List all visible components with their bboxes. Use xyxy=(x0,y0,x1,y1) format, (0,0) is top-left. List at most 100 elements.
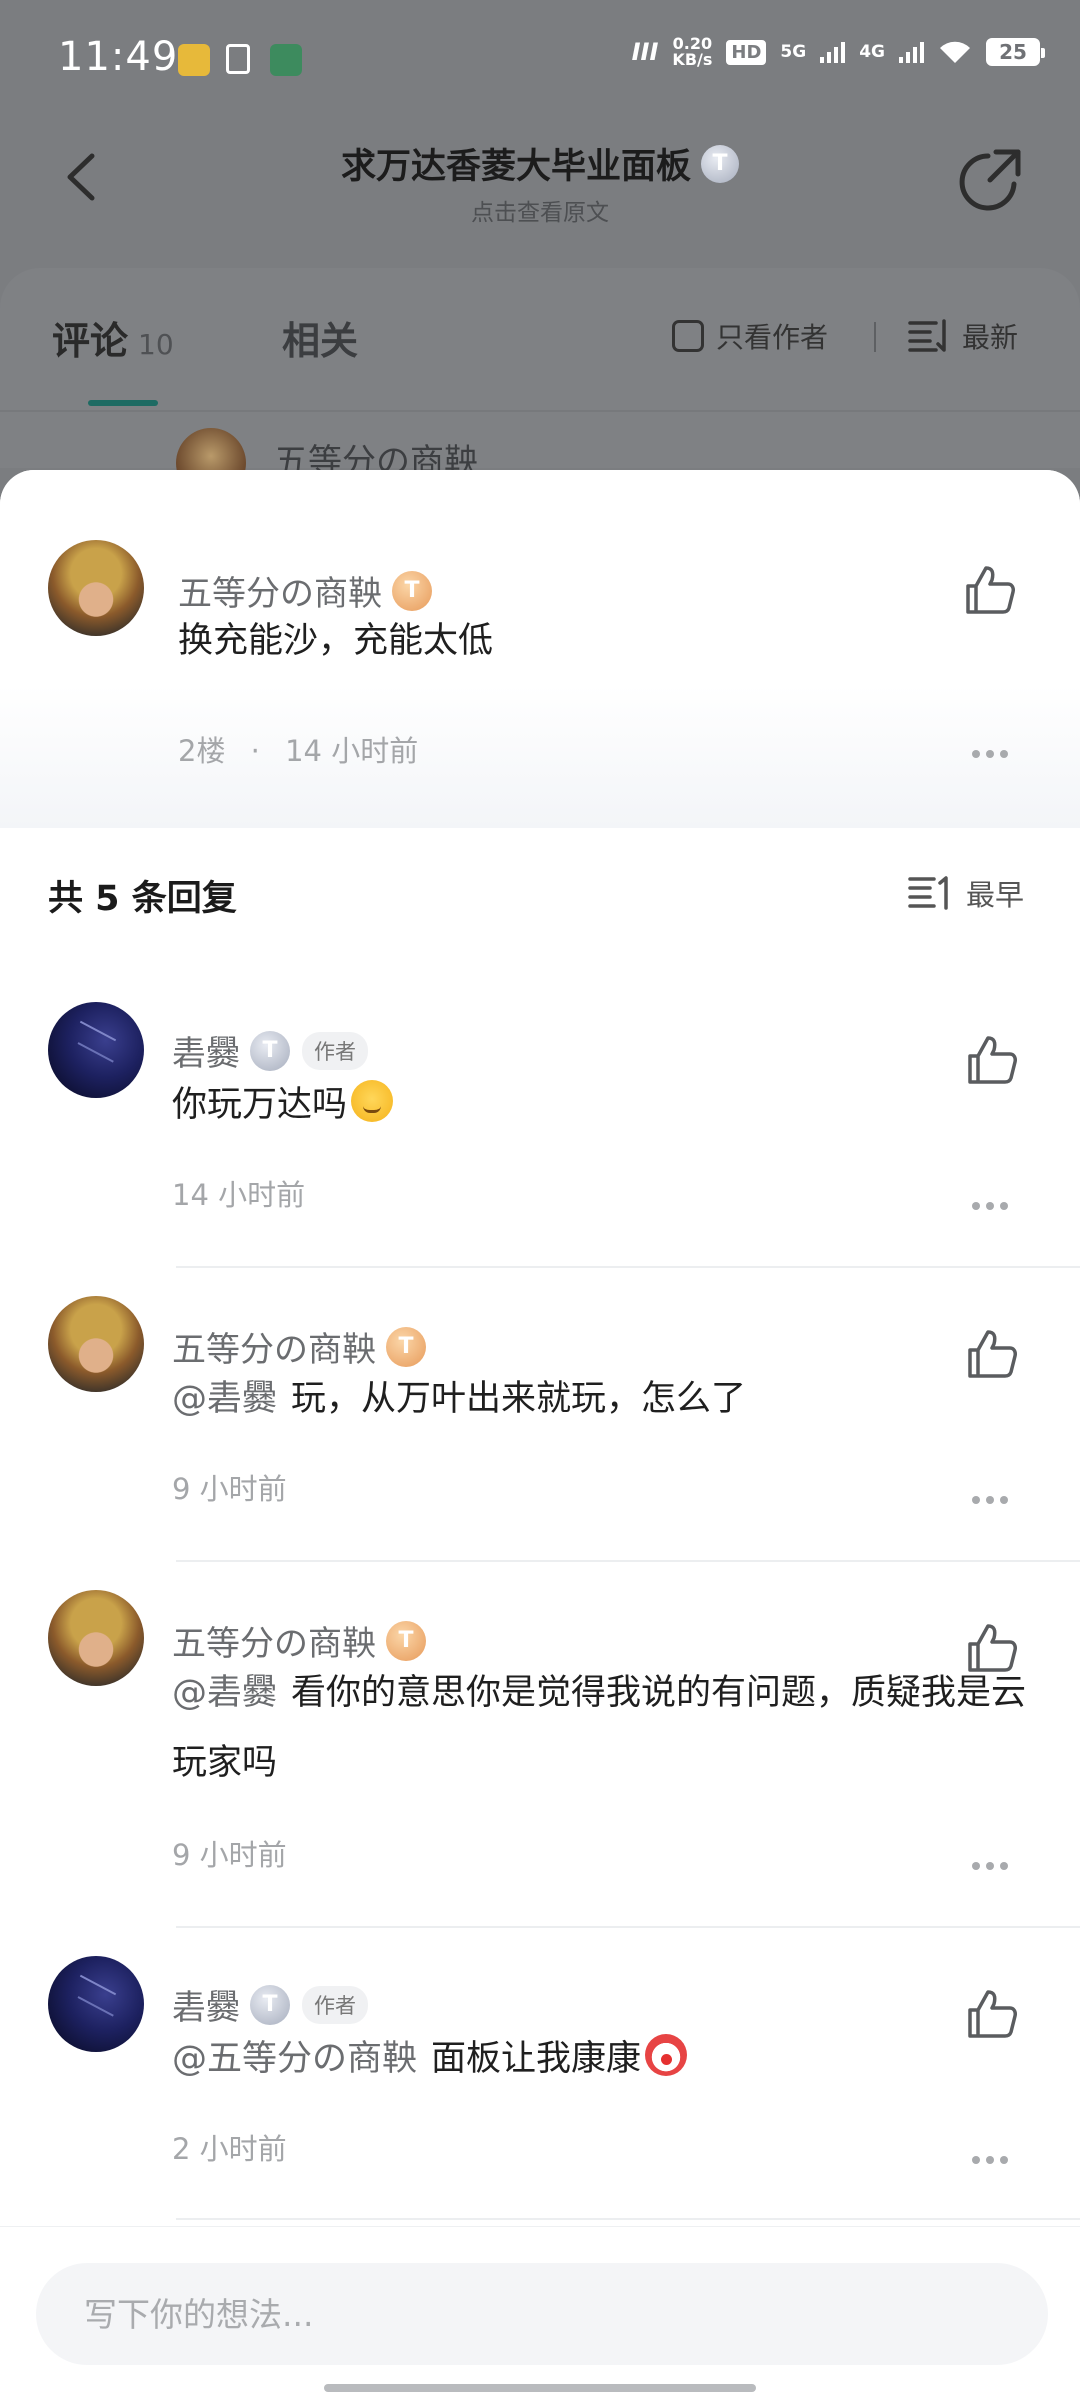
battery-icon: 25 xyxy=(986,38,1045,66)
more-options-icon[interactable] xyxy=(972,1202,1008,1210)
reply-divider xyxy=(176,2218,1080,2220)
user-name: 砉爨 xyxy=(172,1034,240,1074)
tab-divider xyxy=(874,322,876,352)
smirk-emoji-icon xyxy=(351,1080,394,1122)
sort-icon xyxy=(908,876,948,910)
level-badge-icon: T xyxy=(392,570,432,611)
reply-time: 9 小时前 xyxy=(172,1838,287,1872)
level-badge-text: T xyxy=(262,1992,278,2017)
avatar[interactable] xyxy=(48,540,144,636)
tab-related[interactable]: 相关 xyxy=(282,310,358,365)
reply-divider xyxy=(176,1560,1080,1562)
background-comment-peek: 五等分の商鞅 xyxy=(0,410,1080,498)
notification-app-icon xyxy=(178,44,210,76)
avatar[interactable] xyxy=(48,1296,144,1392)
net-speed: 0.20 KB/s xyxy=(672,36,712,68)
signal-4g-icon xyxy=(899,41,924,63)
post-header: 求万达香菱大毕业面板 T 点击查看原文 xyxy=(0,120,1080,270)
reply-text: 玩，从万叶出来就玩，怎么了 xyxy=(291,1379,747,1419)
tab-comments-count: 10 xyxy=(138,328,174,361)
level-badge-icon: T xyxy=(386,1326,426,1367)
share-icon[interactable] xyxy=(956,144,1026,214)
comment-meta: 2楼 · 14 小时前 xyxy=(178,728,418,770)
sort-earliest-label: 最早 xyxy=(966,878,1025,912)
sort-icon xyxy=(908,319,946,352)
like-icon[interactable] xyxy=(964,1326,1020,1382)
status-bar: 11:49 ⅠⅠⅠ 0.20 KB/s HD 5G 4G 25 xyxy=(0,0,1080,120)
level-badge-text: T xyxy=(398,1334,414,1359)
comment-input[interactable] xyxy=(36,2263,1048,2365)
title-block[interactable]: 求万达香菱大毕业面板 T 点击查看原文 xyxy=(0,138,1080,227)
replies-sheet: 五等分の商鞅 T 换充能沙，充能太低 2楼 · 14 小时前 共 5 条回复 最… xyxy=(0,470,1080,2400)
signal-4g-label: 4G xyxy=(859,42,885,62)
carrier-logo-icon: ⅠⅠⅠ xyxy=(631,38,659,66)
sort-newest-label: 最新 xyxy=(962,321,1019,354)
signal-5g-label: 5G xyxy=(780,42,807,62)
reply-divider xyxy=(176,1266,1080,1268)
wifi-icon xyxy=(940,41,970,63)
avatar[interactable] xyxy=(48,1002,144,1098)
reply-user[interactable]: 砉爨 T 作者 xyxy=(172,1980,368,2029)
reply-text: 看你的意思你是觉得我说的有问题，质疑我是云玩家吗 xyxy=(172,1673,1027,1783)
meta-separator: · xyxy=(250,734,260,768)
hd-icon: HD xyxy=(726,39,767,65)
more-options-icon[interactable] xyxy=(972,2156,1008,2164)
level-badge-text: T xyxy=(398,1628,414,1653)
reply-time: 2 小时前 xyxy=(172,2132,287,2166)
tab-comments-label: 评论 xyxy=(52,319,129,363)
status-time: 11:49 xyxy=(58,34,179,80)
comment-tabs: 评论 10 相关 只看作者 最新 五等分の商鞅 xyxy=(0,268,1080,498)
parent-comment: 五等分の商鞅 T 换充能沙，充能太低 2楼 · 14 小时前 xyxy=(0,470,1080,828)
more-options-icon[interactable] xyxy=(972,1862,1008,1870)
more-options-icon[interactable] xyxy=(972,750,1008,758)
comment-floor: 2楼 xyxy=(178,734,226,768)
like-icon[interactable] xyxy=(962,562,1018,618)
reply-content: 你玩万达吗 xyxy=(172,1070,394,1140)
status-icons: ⅠⅠⅠ 0.20 KB/s HD 5G 4G 25 xyxy=(631,36,1045,68)
comment-content: 换充能沙，充能太低 xyxy=(178,621,494,661)
signal-5g-icon xyxy=(820,41,846,63)
page-title-text: 求万达香菱大毕业面板 xyxy=(340,147,691,187)
author-only-toggle[interactable]: 只看作者 xyxy=(672,316,828,356)
reply-mention[interactable]: @砉爨 xyxy=(172,1673,277,1713)
author-only-label: 只看作者 xyxy=(716,321,829,354)
like-icon[interactable] xyxy=(964,1986,1020,2042)
level-badge-icon: T xyxy=(701,144,739,183)
reply-user[interactable]: 砉爨 T 作者 xyxy=(172,1026,368,1075)
level-badge-text: T xyxy=(712,151,728,176)
tab-comments[interactable]: 评论 10 xyxy=(52,310,174,365)
notification-doc-icon xyxy=(226,44,250,74)
author-tag: 作者 xyxy=(302,1985,368,2024)
comment-time: 14 小时前 xyxy=(285,734,419,768)
like-icon[interactable] xyxy=(964,1032,1020,1088)
comment-input-bar xyxy=(0,2226,1080,2400)
home-indicator[interactable] xyxy=(324,2384,756,2392)
reply-time: 14 小时前 xyxy=(172,1178,306,1212)
reply-mention[interactable]: @砉爨 xyxy=(172,1379,277,1419)
reply-divider xyxy=(176,1926,1080,1928)
clown-emoji-icon xyxy=(645,2034,688,2076)
view-original-link[interactable]: 点击查看原文 xyxy=(0,193,1080,227)
reply-text: 面板让我康康 xyxy=(431,2039,642,2079)
user-name: 砉爨 xyxy=(172,1988,240,2028)
sort-newest-button[interactable]: 最新 xyxy=(908,316,1018,356)
notification-avatar-icon xyxy=(270,44,302,76)
author-tag: 作者 xyxy=(302,1031,368,1070)
avatar[interactable] xyxy=(48,1956,144,2052)
reply-content: @砉爨 看你的意思你是觉得我说的有问题，质疑我是云玩家吗 xyxy=(172,1658,1032,1798)
reply-content: @砉爨 玩，从万叶出来就玩，怎么了 xyxy=(172,1364,746,1434)
active-tab-indicator xyxy=(88,400,158,406)
level-badge-text: T xyxy=(262,1038,278,1063)
avatar[interactable] xyxy=(48,1590,144,1686)
author-only-checkbox[interactable] xyxy=(672,320,704,352)
reply-time: 9 小时前 xyxy=(172,1472,287,1506)
reply-text: 你玩万达吗 xyxy=(172,1085,348,1125)
level-badge-text: T xyxy=(404,578,420,603)
reply-mention[interactable]: @五等分の商鞅 xyxy=(172,2039,417,2079)
tab-related-label: 相关 xyxy=(282,319,359,363)
level-badge-icon: T xyxy=(250,1984,290,2025)
reply-content: @五等分の商鞅 面板让我康康 xyxy=(172,2024,688,2094)
sort-earliest-button[interactable]: 最早 xyxy=(908,872,1024,914)
more-options-icon[interactable] xyxy=(972,1496,1008,1504)
level-badge-icon: T xyxy=(250,1030,290,1071)
